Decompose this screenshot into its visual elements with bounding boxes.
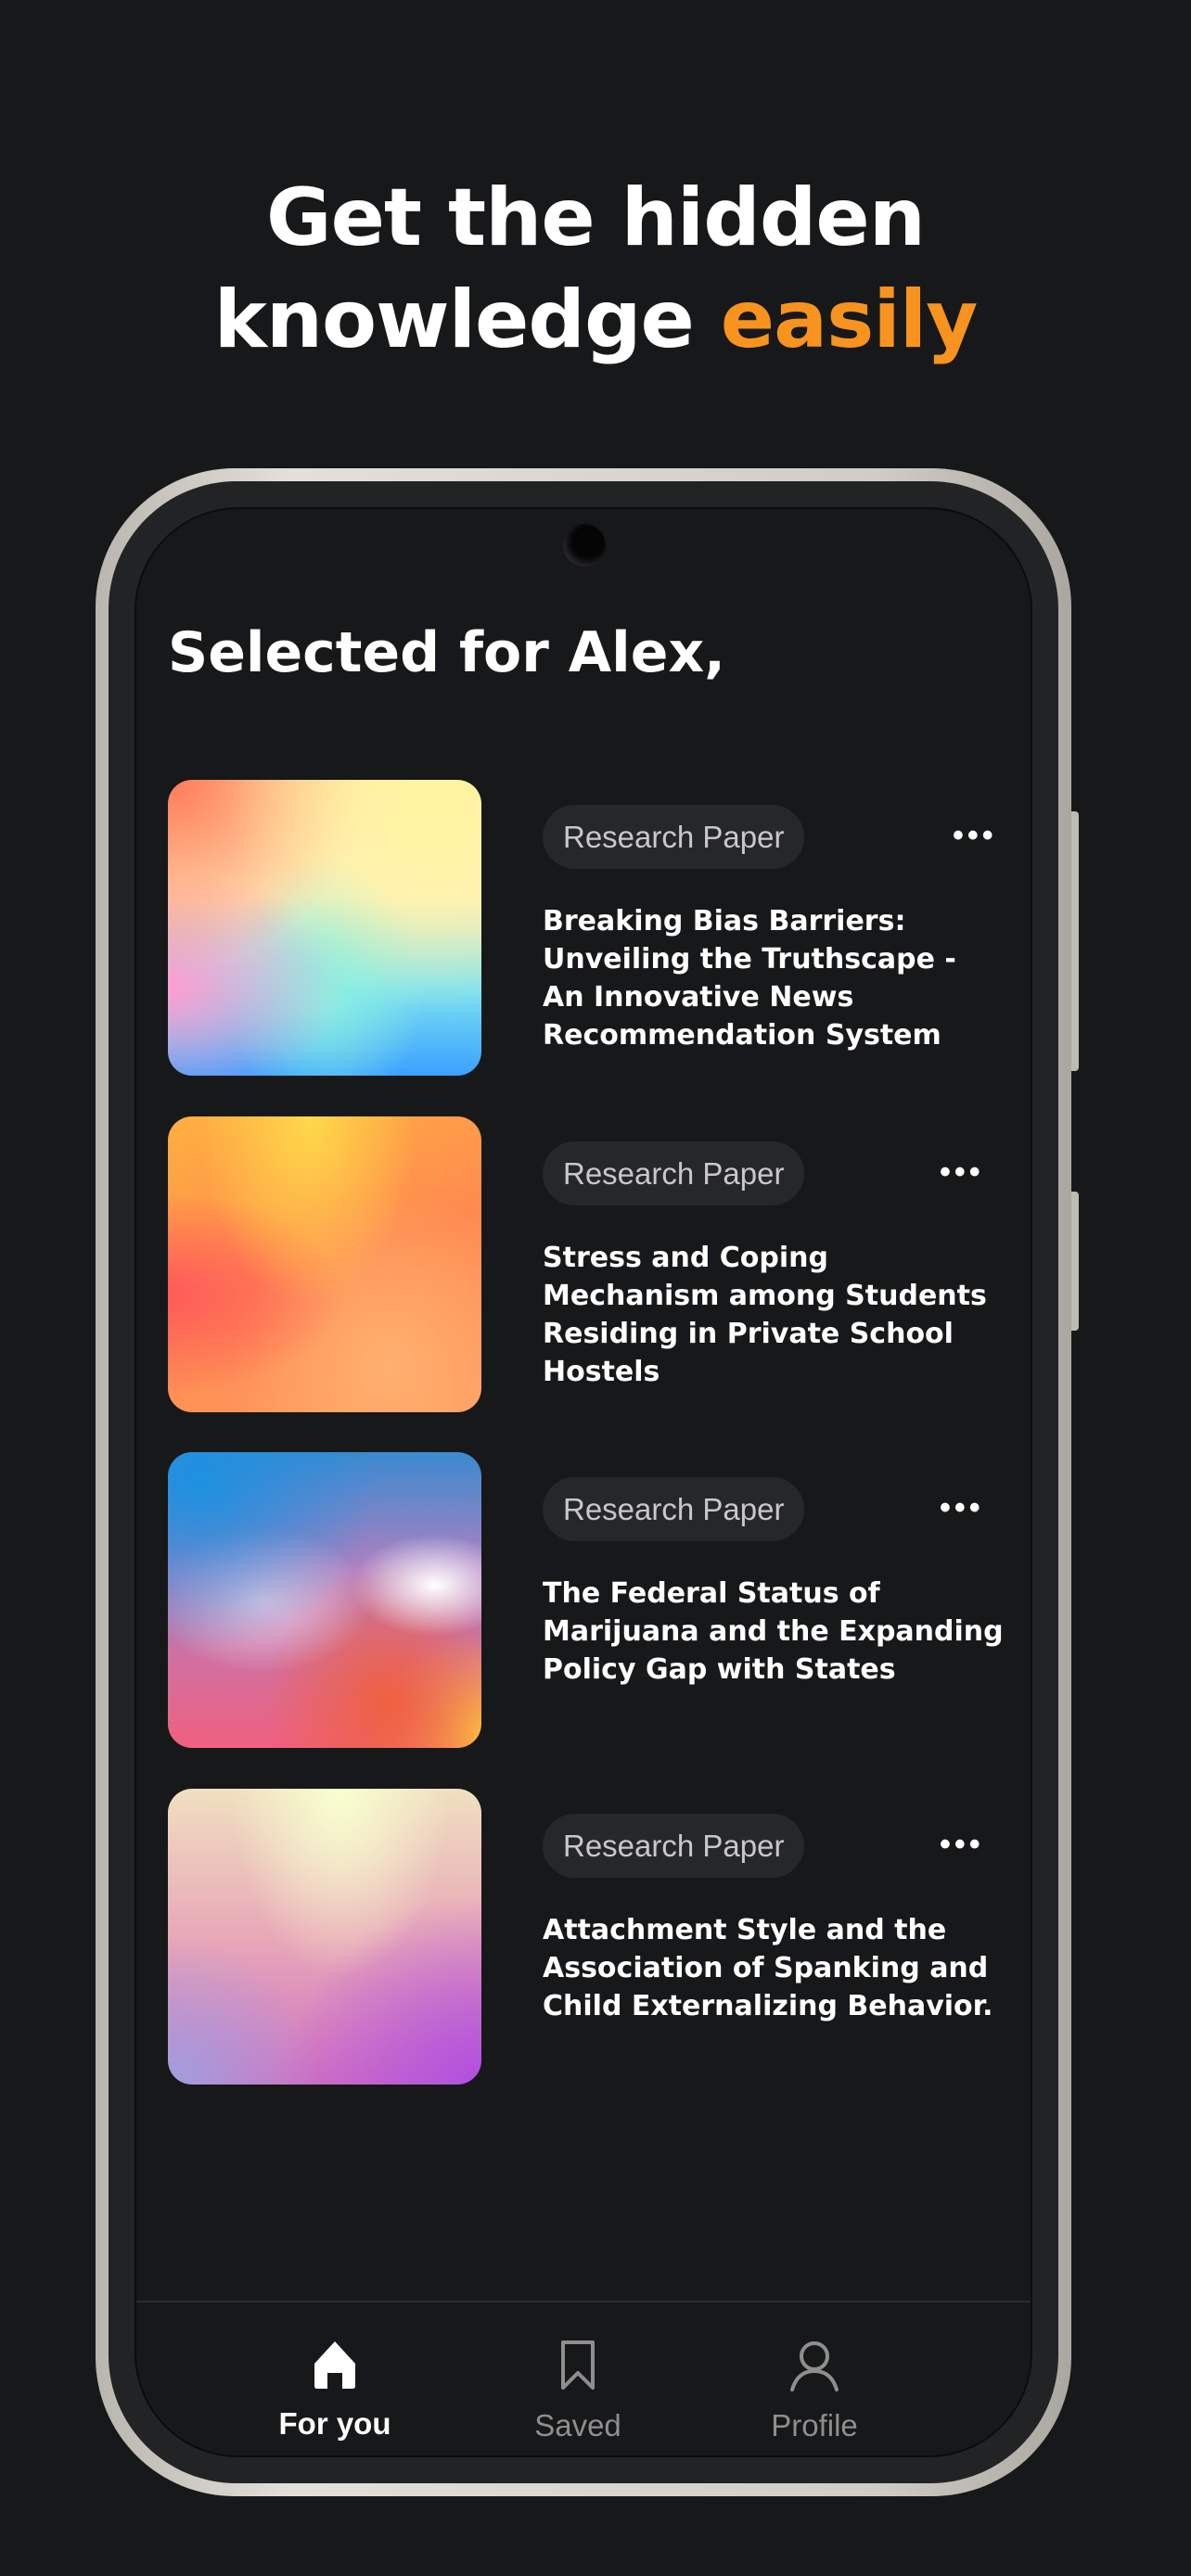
bookmark-icon bbox=[561, 2340, 595, 2390]
thumbnail bbox=[168, 1452, 481, 1748]
category-tag: Research Paper bbox=[543, 1477, 805, 1541]
item-title[interactable]: The Federal Status of Marijuana and the … bbox=[543, 1575, 1006, 1689]
headline-accent: easily bbox=[720, 274, 979, 366]
headline-prefix: knowledge bbox=[213, 274, 721, 366]
category-tag: Research Paper bbox=[543, 805, 805, 869]
list-item[interactable]: Research Paper ••• Breaking Bias Barrier… bbox=[168, 780, 1003, 1077]
more-horizontal-icon[interactable]: ••• bbox=[940, 1492, 984, 1524]
home-icon bbox=[314, 2341, 355, 2389]
nav-label: For you bbox=[278, 2406, 391, 2441]
phone-frame: Selected for Alex, Research Paper ••• Br… bbox=[96, 468, 1079, 2496]
headline-line-1: Get the hidden bbox=[266, 172, 926, 264]
item-title[interactable]: Attachment Style and the Association of … bbox=[543, 1911, 1006, 2025]
list-item[interactable]: Research Paper ••• The Federal Status of… bbox=[168, 1452, 1006, 1749]
headline-line-2: knowledge easily bbox=[0, 269, 1191, 371]
bottom-nav: For you Saved Profile bbox=[136, 2301, 1031, 2455]
nav-saved[interactable]: Saved bbox=[485, 2340, 671, 2443]
thumbnail bbox=[168, 1789, 481, 2085]
user-icon bbox=[790, 2341, 839, 2391]
nav-label: Profile bbox=[771, 2408, 858, 2442]
list-item[interactable]: Research Paper ••• Stress and Coping Mec… bbox=[168, 1116, 1003, 1413]
more-horizontal-icon[interactable]: ••• bbox=[953, 820, 997, 851]
nav-for-you[interactable]: For you bbox=[242, 2340, 428, 2442]
power-button bbox=[1071, 1192, 1079, 1331]
more-horizontal-icon[interactable]: ••• bbox=[940, 1829, 984, 1860]
nav-label: Saved bbox=[534, 2408, 621, 2442]
page-title: Selected for Alex, bbox=[168, 620, 725, 685]
camera-icon bbox=[563, 524, 606, 567]
thumbnail bbox=[168, 1116, 481, 1412]
category-tag: Research Paper bbox=[543, 1141, 805, 1205]
headline: Get the hidden knowledge easily bbox=[0, 167, 1191, 371]
app-screen: Selected for Alex, Research Paper ••• Br… bbox=[134, 507, 1032, 2457]
item-title[interactable]: Stress and Coping Mechanism among Studen… bbox=[543, 1239, 1006, 1391]
volume-button bbox=[1071, 811, 1079, 1071]
nav-profile[interactable]: Profile bbox=[722, 2340, 907, 2443]
more-horizontal-icon[interactable]: ••• bbox=[940, 1156, 984, 1188]
item-title[interactable]: Breaking Bias Barriers: Unveiling the Tr… bbox=[543, 902, 1006, 1054]
list-item[interactable]: Research Paper ••• Attachment Style and … bbox=[168, 1789, 1003, 2085]
category-tag: Research Paper bbox=[543, 1814, 805, 1878]
thumbnail bbox=[168, 780, 481, 1076]
